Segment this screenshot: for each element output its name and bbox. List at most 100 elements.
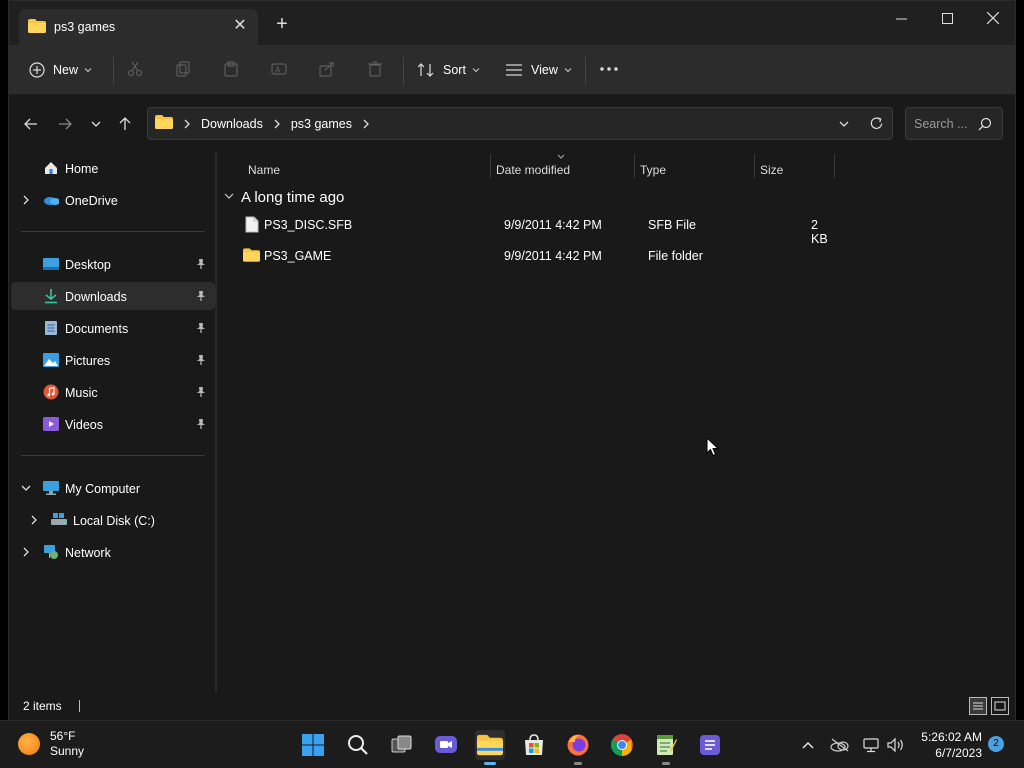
- firefox-button[interactable]: [563, 730, 593, 765]
- sidebar-item-music[interactable]: Music: [11, 378, 215, 406]
- chat-app-button[interactable]: [431, 730, 461, 760]
- app-launcher-button[interactable]: [695, 730, 725, 760]
- file-explorer-taskbar-button[interactable]: [475, 730, 505, 765]
- sidebar-item-label: My Computer: [65, 482, 141, 496]
- network-icon: [863, 738, 879, 753]
- start-button[interactable]: [298, 730, 328, 760]
- column-divider[interactable]: [634, 154, 635, 178]
- folder-icon: [477, 734, 503, 756]
- pin-icon[interactable]: [195, 418, 207, 430]
- sidebar-item-downloads[interactable]: Downloads: [11, 282, 215, 310]
- pin-icon[interactable]: [195, 354, 207, 366]
- address-bar[interactable]: Downloads ps3 games: [147, 107, 893, 140]
- new-button[interactable]: New: [29, 59, 92, 81]
- volume-tray-button[interactable]: [886, 735, 906, 755]
- details-view-button[interactable]: [969, 697, 987, 715]
- group-header[interactable]: A long time ago: [223, 186, 344, 208]
- notification-badge[interactable]: 2: [988, 736, 1004, 752]
- sort-indicator-icon: [557, 154, 565, 159]
- sidebar-item-videos[interactable]: Videos: [11, 410, 215, 438]
- network-tray-button[interactable]: [862, 735, 882, 755]
- delete-button[interactable]: [365, 59, 385, 79]
- sidebar-item-desktop[interactable]: Desktop: [11, 250, 215, 278]
- chevron-right-icon[interactable]: [29, 515, 39, 525]
- sort-button[interactable]: Sort: [417, 59, 480, 81]
- chevron-down-icon: [84, 68, 92, 73]
- more-options-button[interactable]: [599, 59, 619, 79]
- chevron-right-icon[interactable]: [21, 547, 31, 557]
- sidebar-item-my-computer[interactable]: My Computer: [11, 474, 215, 502]
- refresh-button[interactable]: [869, 116, 884, 134]
- file-row[interactable]: PS3_GAME 9/9/2011 4:42 PM File folder: [235, 243, 835, 269]
- app-icon: [700, 735, 720, 755]
- address-dropdown-button[interactable]: [838, 118, 850, 133]
- back-button[interactable]: [21, 114, 41, 134]
- chevron-down-icon: [224, 193, 234, 199]
- microsoft-store-button[interactable]: [519, 730, 549, 760]
- pin-icon[interactable]: [195, 258, 207, 270]
- recent-locations-button[interactable]: [86, 114, 106, 134]
- forward-button[interactable]: [55, 114, 75, 134]
- up-button[interactable]: [115, 114, 135, 134]
- maximize-button[interactable]: [924, 7, 970, 29]
- pin-icon[interactable]: [195, 322, 207, 334]
- chevron-down-icon: [91, 121, 101, 127]
- column-header-size[interactable]: Size: [760, 157, 836, 183]
- sidebar-item-onedrive[interactable]: OneDrive: [11, 186, 215, 214]
- sidebar-item-documents[interactable]: Documents: [11, 314, 215, 342]
- column-divider[interactable]: [490, 154, 491, 178]
- weather-desc: Sunny: [50, 744, 85, 758]
- rename-button[interactable]: A: [269, 59, 289, 79]
- sidebar-item-home[interactable]: Home: [11, 154, 215, 182]
- pin-icon[interactable]: [195, 290, 207, 302]
- firefox-icon: [567, 734, 589, 756]
- cut-button[interactable]: [125, 59, 145, 79]
- close-tab-icon[interactable]: ✕: [232, 18, 248, 34]
- column-header-date-modified[interactable]: Date modified: [496, 154, 636, 183]
- column-header-type[interactable]: Type: [640, 157, 756, 183]
- task-view-button[interactable]: [387, 730, 417, 760]
- column-header-name[interactable]: Name: [248, 157, 488, 183]
- sidebar-item-pictures[interactable]: Pictures: [11, 346, 215, 374]
- breadcrumb-ps3-games[interactable]: ps3 games: [291, 117, 352, 131]
- new-tab-button[interactable]: +: [273, 14, 291, 34]
- pin-icon[interactable]: [195, 386, 207, 398]
- paste-button[interactable]: [221, 59, 241, 79]
- close-window-button[interactable]: [970, 7, 1016, 29]
- chevron-right-icon[interactable]: [21, 195, 31, 205]
- view-button[interactable]: View: [505, 59, 572, 81]
- clock[interactable]: 5:26:02 AM 6/7/2023: [916, 729, 982, 761]
- show-hidden-icons-button[interactable]: [798, 735, 818, 755]
- minimize-button[interactable]: [878, 7, 924, 29]
- tiles-view-button[interactable]: [991, 697, 1009, 715]
- running-indicator: [574, 762, 582, 765]
- search-input[interactable]: [914, 116, 976, 131]
- chevron-down-icon[interactable]: [21, 483, 31, 493]
- sidebar-divider: [21, 231, 205, 232]
- pane-splitter[interactable]: [215, 152, 217, 692]
- chevron-down-icon: [472, 68, 480, 73]
- tab-title: ps3 games: [54, 20, 116, 34]
- folder-icon: [155, 115, 173, 132]
- column-divider[interactable]: [834, 154, 835, 178]
- chrome-button[interactable]: [607, 730, 637, 760]
- view-label: View: [531, 63, 558, 77]
- share-button[interactable]: [317, 59, 337, 79]
- sidebar-item-local-disk[interactable]: Local Disk (C:): [11, 506, 215, 534]
- search-box[interactable]: [905, 107, 1003, 140]
- column-divider[interactable]: [754, 154, 755, 178]
- sidebar-item-network[interactable]: Network: [11, 538, 215, 566]
- folder-icon: [28, 18, 46, 36]
- tab-ps3-games[interactable]: ps3 games ✕: [19, 9, 258, 45]
- copy-button[interactable]: [173, 59, 193, 79]
- taskbar-search-button[interactable]: [343, 730, 373, 760]
- breadcrumb-downloads[interactable]: Downloads: [201, 117, 263, 131]
- search-icon: [348, 735, 368, 755]
- chevron-right-icon: [184, 119, 190, 128]
- onedrive-tray-button[interactable]: [830, 735, 850, 755]
- notepad-app-button[interactable]: [651, 730, 681, 765]
- file-row[interactable]: PS3_DISC.SFB 9/9/2011 4:42 PM SFB File 2…: [235, 212, 835, 246]
- sidebar-item-label: Local Disk (C:): [73, 514, 155, 528]
- weather-widget[interactable]: 56°F Sunny: [18, 729, 84, 759]
- new-label: New: [53, 63, 79, 77]
